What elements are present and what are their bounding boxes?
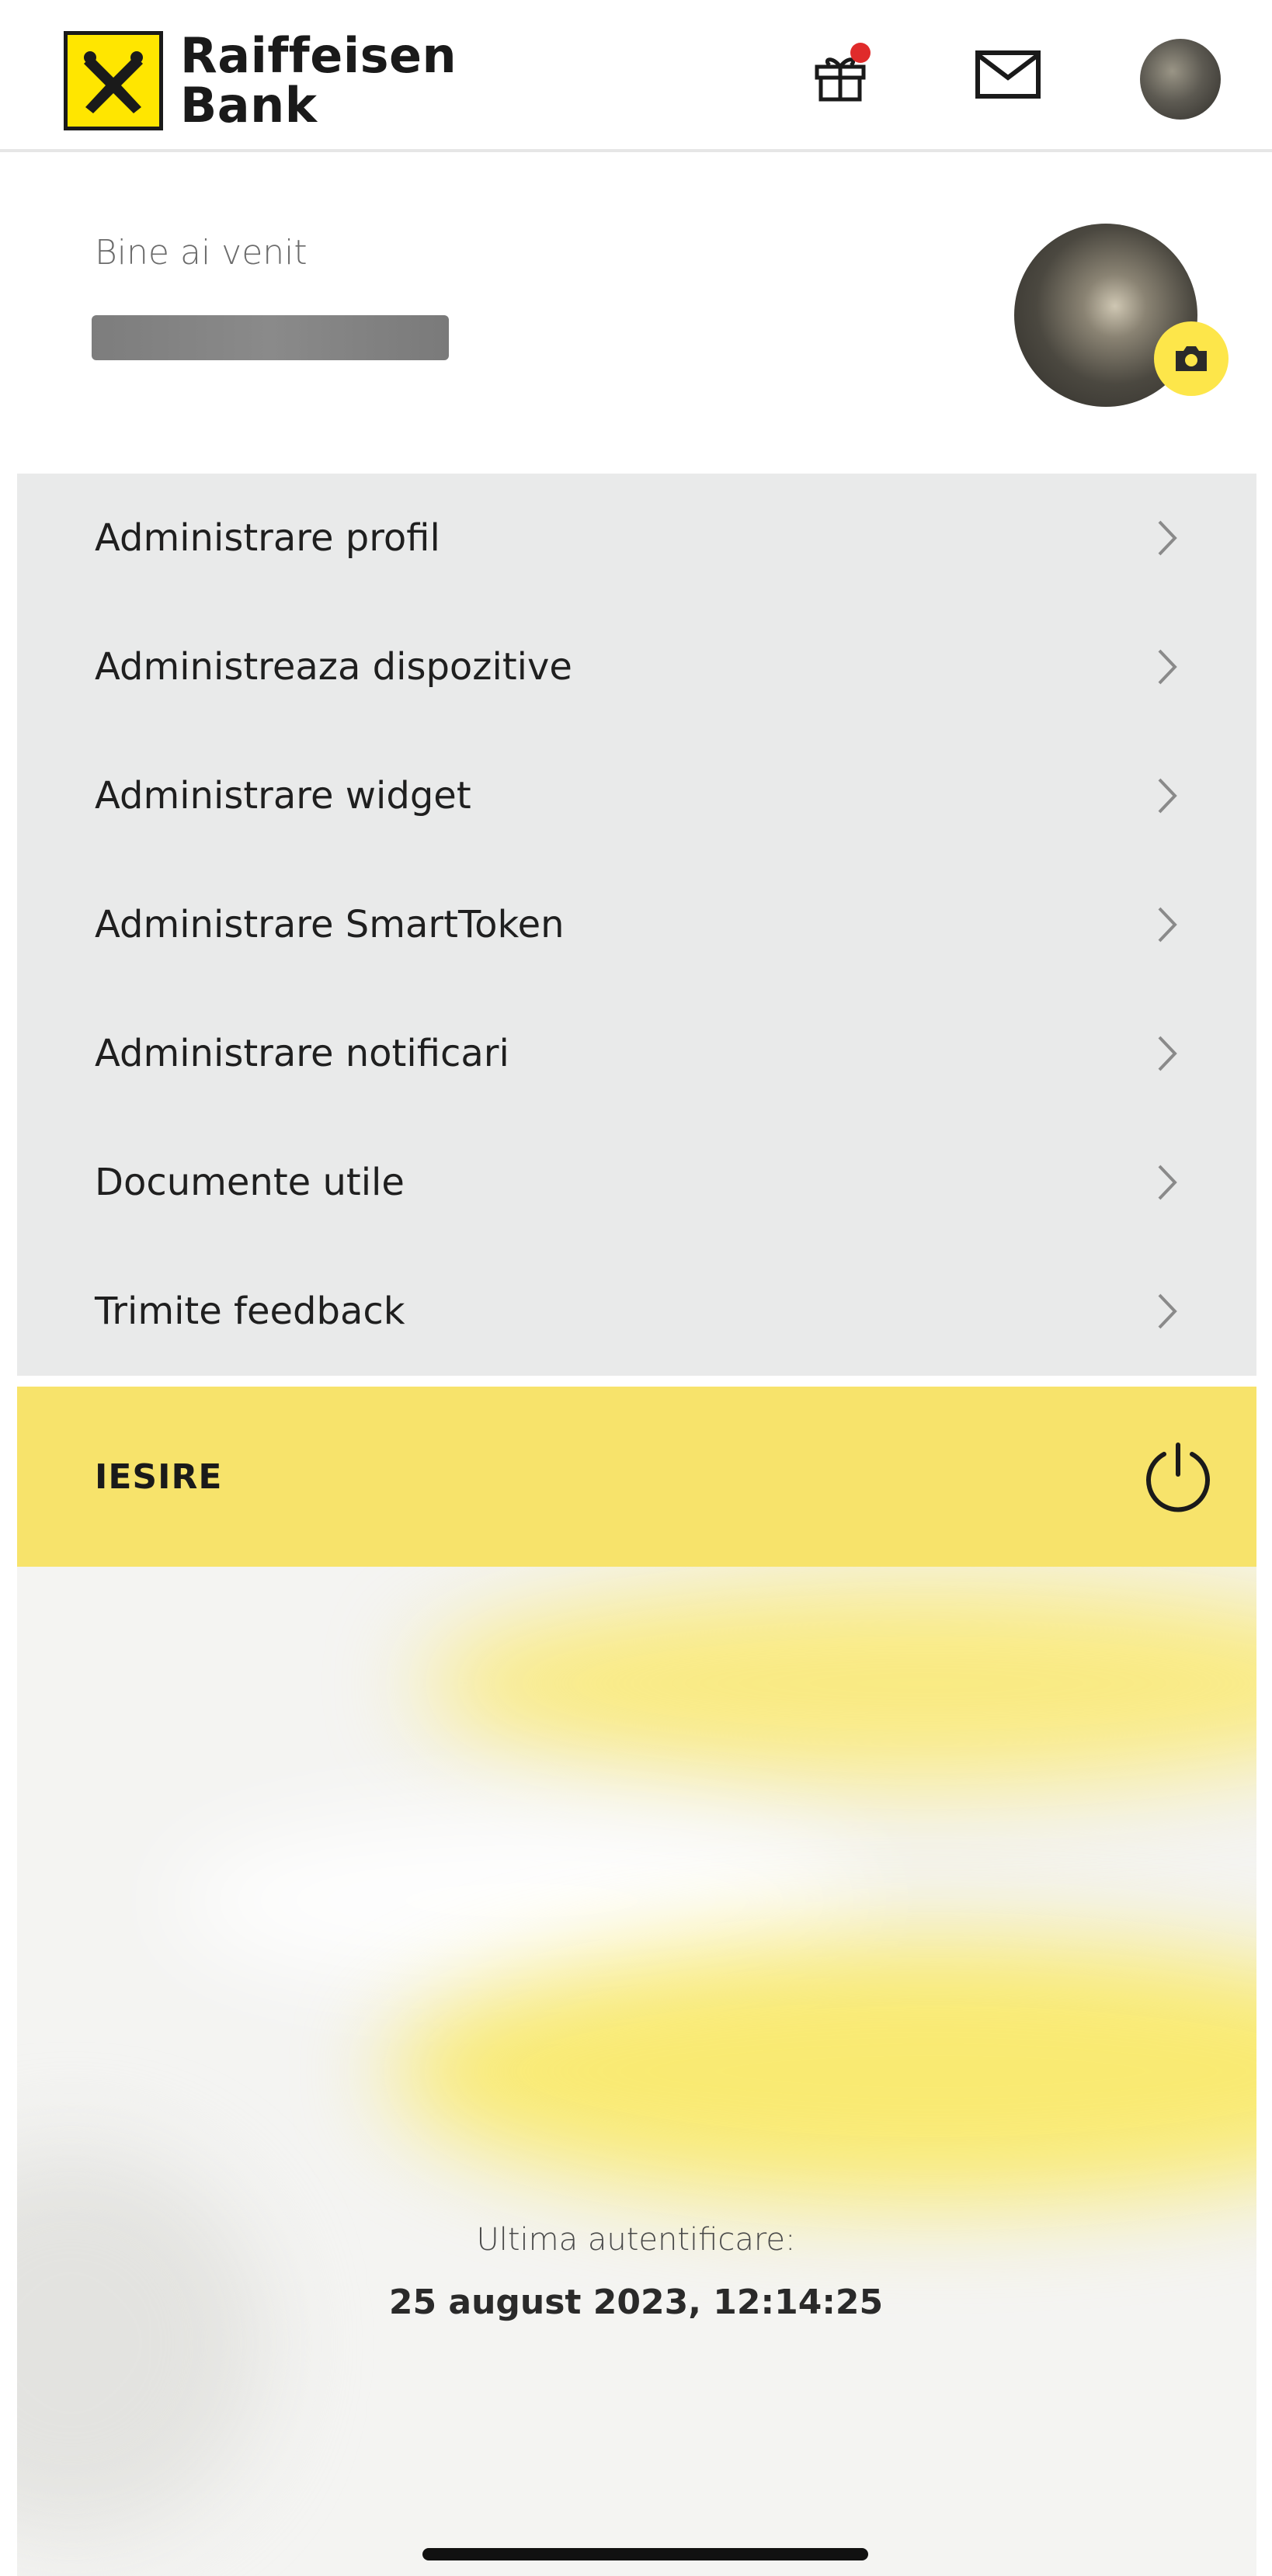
brand-line-1: Raiffeisen (180, 27, 457, 84)
decorative-background (17, 1567, 1256, 2576)
menu-item-label: Documente utile (95, 1161, 405, 1204)
menu-item-administrare-smarttoken[interactable]: Administrare SmartToken (17, 860, 1256, 989)
logout-label: IESIRE (95, 1456, 223, 1497)
menu-item-documente-utile[interactable]: Documente utile (17, 1118, 1256, 1247)
decorative-blob (421, 1582, 1256, 1784)
menu-item-trimite-feedback[interactable]: Trimite feedback (17, 1247, 1256, 1376)
chevron-right-icon (1151, 1030, 1185, 1077)
welcome-label: Bine ai venit (95, 233, 308, 273)
raiffeisen-logo[interactable]: Raiffeisen Bank (64, 31, 457, 130)
camera-icon (1176, 346, 1207, 371)
header-avatar[interactable] (1140, 39, 1221, 120)
decorative-blob (17, 2149, 266, 2537)
chevron-right-icon (1151, 515, 1185, 561)
raiffeisen-logo-icon (64, 31, 163, 130)
app-header: Raiffeisen Bank (0, 0, 1272, 152)
envelope-icon (975, 50, 1041, 99)
last-login-value: 25 august 2023, 12:14:25 (388, 2283, 884, 2322)
chevron-right-icon (1151, 1159, 1185, 1206)
settings-menu: Administrare profil Administreaza dispoz… (17, 474, 1256, 1376)
logout-button[interactable]: IESIRE (17, 1387, 1256, 1567)
chevron-right-icon (1151, 772, 1185, 819)
welcome-section: Bine ai venit (0, 152, 1272, 474)
menu-item-label: Trimite feedback (95, 1290, 405, 1333)
menu-item-label: Administrare SmartToken (95, 903, 565, 946)
menu-item-label: Administrare profil (95, 516, 440, 560)
notification-dot (850, 43, 871, 63)
menu-item-administrare-notificari[interactable]: Administrare notificari (17, 989, 1256, 1118)
menu-item-label: Administrare notificari (95, 1032, 509, 1075)
chevron-right-icon (1151, 901, 1185, 948)
menu-item-label: Administreaza dispozitive (95, 645, 572, 689)
menu-item-administreaza-dispozitive[interactable]: Administreaza dispozitive (17, 602, 1256, 731)
power-icon (1135, 1435, 1221, 1520)
messages-button[interactable] (969, 36, 1047, 113)
gift-button[interactable] (803, 36, 881, 113)
menu-item-administrare-widget[interactable]: Administrare widget (17, 731, 1256, 860)
brand-name: Raiffeisen Bank (180, 31, 457, 130)
gift-icon (815, 43, 871, 102)
menu-item-label: Administrare widget (95, 774, 471, 818)
last-login-label: Ultima autentificare: (476, 2222, 796, 2258)
home-indicator[interactable] (422, 2548, 868, 2560)
user-name-redacted (92, 315, 449, 360)
change-photo-button[interactable] (1154, 321, 1229, 396)
chevron-right-icon (1151, 644, 1185, 690)
chevron-right-icon (1151, 1288, 1185, 1335)
brand-line-2: Bank (180, 77, 318, 134)
menu-item-administrare-profil[interactable]: Administrare profil (17, 474, 1256, 602)
